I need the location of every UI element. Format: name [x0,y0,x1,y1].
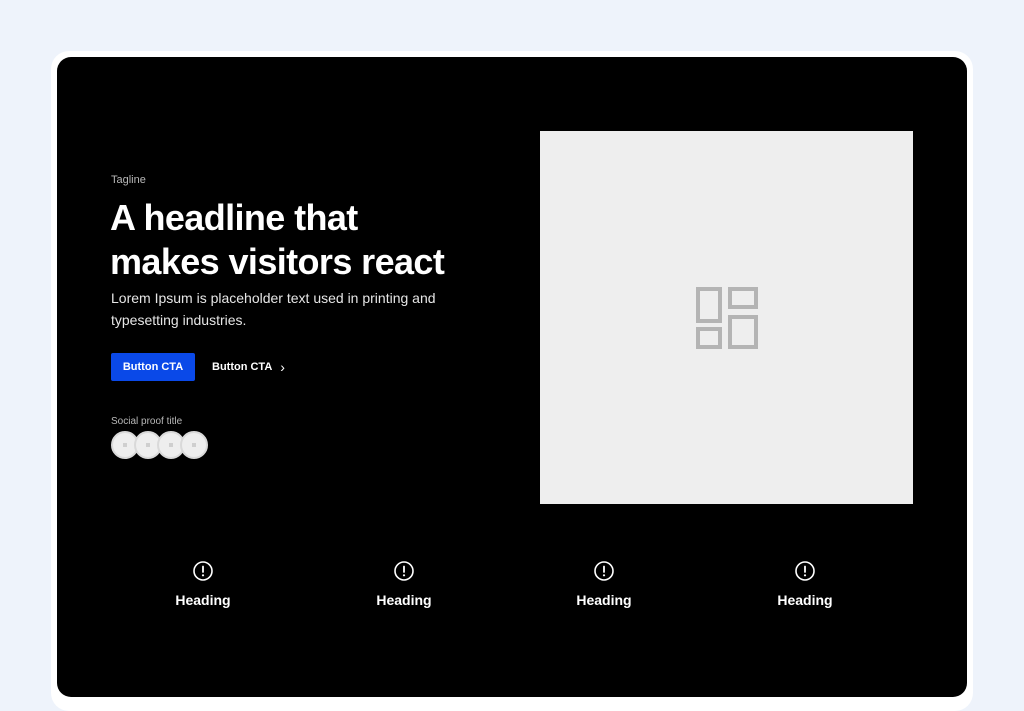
social-proof-title: Social proof title [111,416,183,427]
hero-description: Lorem Ipsum is placeholder text used in … [111,287,451,331]
headline-line: A headline that [110,197,358,238]
alert-circle-icon [394,561,414,581]
feature-item: Heading [354,560,454,608]
feature-heading: Heading [576,592,632,608]
features-row: Heading Heading Heading Heading [111,560,911,620]
avatar [180,431,208,459]
description-line: Lorem Ipsum is placeholder text used in … [111,290,436,306]
headline: A headline that makes visitors react [110,196,510,284]
feature-item: Heading [554,560,654,608]
secondary-cta-button[interactable]: Button CTA › [212,353,285,381]
layout-grid-icon [696,287,758,349]
tagline: Tagline [111,174,146,186]
hero-image-placeholder [540,131,913,504]
description-line: typesetting industries. [111,312,247,328]
primary-cta-button[interactable]: Button CTA [111,353,195,381]
headline-line: makes visitors react [110,241,445,282]
feature-heading: Heading [376,592,432,608]
feature-heading: Heading [777,592,833,608]
alert-circle-icon [795,561,815,581]
alert-circle-icon [594,561,614,581]
secondary-cta-label: Button CTA [212,361,273,373]
avatar-group [111,431,208,459]
feature-item: Heading [755,560,855,608]
hero-section: Tagline A headline that makes visitors r… [57,57,967,697]
chevron-right-icon: › [280,359,285,375]
feature-item: Heading [153,560,253,608]
alert-circle-icon [193,561,213,581]
feature-heading: Heading [175,592,231,608]
